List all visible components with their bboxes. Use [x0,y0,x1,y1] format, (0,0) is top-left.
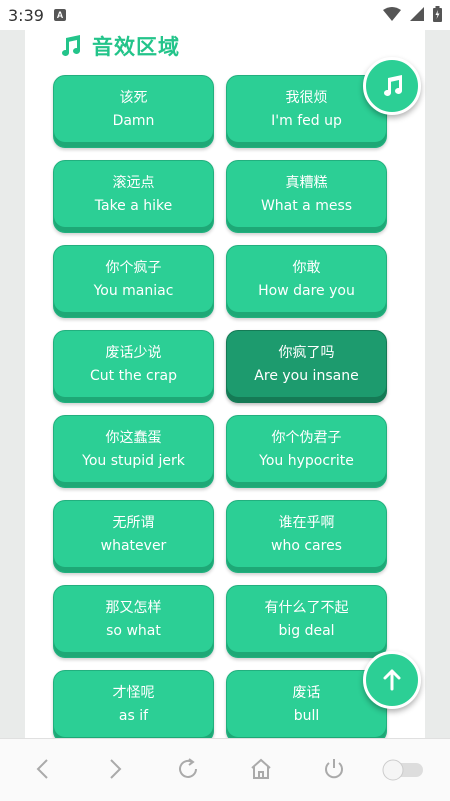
scroll-top-button[interactable] [363,651,421,709]
sound-label-zh: 废话少说 [105,345,162,361]
sound-label-zh: 才怪呢 [112,685,155,701]
sound-label-en: Are you insane [254,368,359,384]
music-fab-button[interactable] [363,57,421,115]
sound-label-zh: 滚远点 [112,175,155,191]
sound-button[interactable]: 滚远点 Take a hike [53,160,214,233]
sound-label-zh: 该死 [119,90,148,106]
sound-label-en: as if [118,708,149,724]
section-title: 音效区域 [92,35,180,59]
sound-grid: 该死 Damn 我很烦 I'm fed up 滚远点 Take a hike 真糟糕 What… [53,75,388,738]
sound-label-en: You stupid jerk [82,453,185,469]
sound-label-en: bull [293,708,320,724]
browser-bottom-nav [0,738,450,801]
sound-button[interactable]: 你疯了吗 Are you insane [226,330,387,403]
sound-label-zh: 你敢 [292,260,321,276]
power-icon[interactable] [322,757,346,781]
sound-button[interactable]: 那又怎样 so what [53,585,214,658]
status-bar: 3:39 A [0,0,450,30]
sound-label-zh: 你疯了吗 [278,345,335,361]
sound-label-en: I'm fed up [271,113,342,129]
sound-label-zh: 那又怎样 [105,600,162,616]
sound-label-zh: 真糟糕 [285,175,328,191]
battery-icon [433,6,442,22]
sound-label-en: whatever [100,538,167,554]
status-time: 3:39 [8,5,44,25]
sound-label-en: Damn [112,113,155,129]
forward-icon[interactable] [105,757,125,781]
arrow-up-icon [383,669,401,691]
music-note-icon [62,35,80,56]
notification-badge-icon: A [53,9,66,21]
sound-button[interactable]: 真糟糕 What a mess [226,160,387,233]
music-note-icon [384,75,402,96]
sound-button[interactable]: 你个疯子 You maniac [53,245,214,318]
sound-button[interactable]: 有什么了不起 big deal [226,585,387,658]
sound-button[interactable]: 谁在乎啊 who cares [226,500,387,573]
sound-label-en: You hypocrite [259,453,354,469]
section-header: 音效区域 [58,32,180,60]
toggle-switch[interactable] [381,759,425,781]
sound-label-zh: 你个伪君子 [271,430,342,446]
wifi-icon [383,7,401,21]
sound-label-zh: 无所谓 [112,515,155,531]
sound-label-zh: 废话 [292,685,321,701]
home-icon[interactable] [249,757,273,781]
sound-button[interactable]: 废话少说 Cut the crap [53,330,214,403]
sound-label-en: How dare you [258,283,355,299]
sound-label-en: What a mess [260,198,353,214]
sound-label-en: so what [106,623,161,639]
sound-button[interactable]: 才怪呢 as if [53,670,214,738]
sound-label-en: You maniac [93,283,174,299]
sound-label-zh: 你这蠢蛋 [105,430,162,446]
sound-label-en: Cut the crap [90,368,177,384]
sound-button[interactable]: 你个伪君子 You hypocrite [226,415,387,488]
sound-label-en: big deal [278,623,335,639]
sound-button[interactable]: 你敢 How dare you [226,245,387,318]
back-icon[interactable] [33,757,53,781]
sound-label-zh: 谁在乎啊 [278,515,335,531]
sound-label-zh: 我很烦 [285,90,328,106]
sound-button[interactable]: 无所谓 whatever [53,500,214,573]
signal-icon [410,7,424,21]
sound-button[interactable]: 该死 Damn [53,75,214,148]
sound-label-en: who cares [271,538,342,554]
refresh-icon[interactable] [176,757,200,781]
sound-panel: 音效区域 该死 Damn 我很烦 I'm fed up 滚远点 Take a hike 真糟… [25,30,425,738]
sound-label-en: Take a hike [94,198,173,214]
sound-button[interactable]: 你这蠢蛋 You stupid jerk [53,415,214,488]
sound-label-zh: 你个疯子 [105,260,162,276]
sound-label-zh: 有什么了不起 [264,600,349,616]
